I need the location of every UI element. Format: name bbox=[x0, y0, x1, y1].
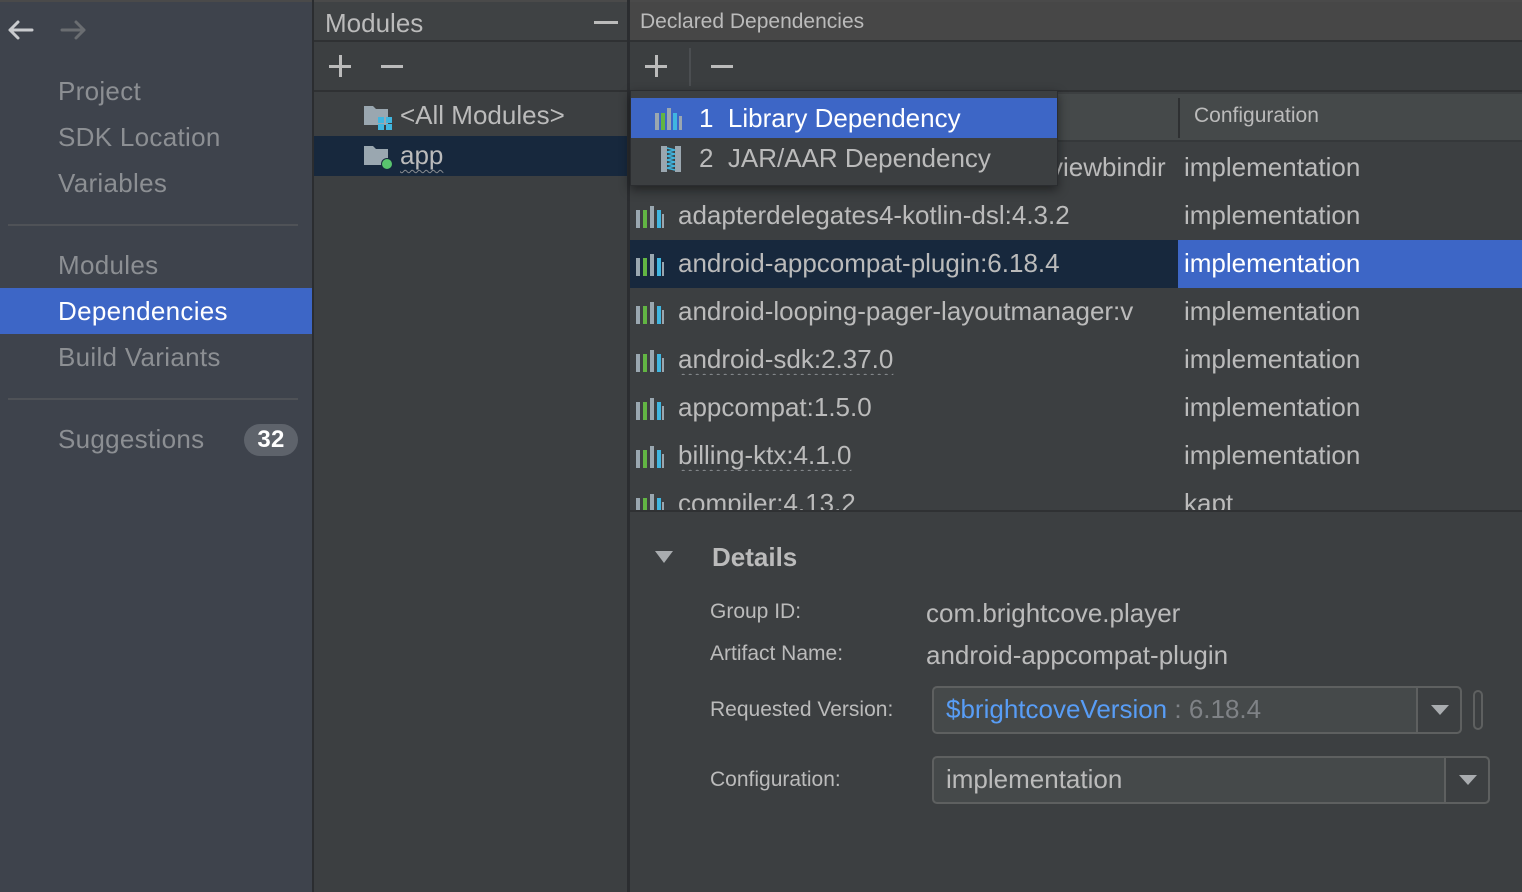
module-folder-icon bbox=[364, 146, 393, 170]
dependency-name: viewbindir bbox=[1050, 152, 1166, 182]
table-row[interactable]: compiler:4.13.2 kapt bbox=[630, 480, 1522, 510]
requested-version-dropdown-button[interactable] bbox=[1416, 688, 1460, 732]
arrow-left-icon bbox=[8, 20, 34, 40]
modules-panel: Modules <All Modules> app bbox=[314, 0, 628, 892]
tree-item-app[interactable]: app bbox=[314, 136, 628, 176]
suggestions-count-badge: 32 bbox=[244, 424, 298, 456]
menu-item-jar-aar-dependency[interactable]: 2 JAR/AAR Dependency bbox=[631, 138, 1057, 178]
dependencies-table: viewbindir implementation adapterdelegat… bbox=[630, 144, 1522, 510]
nav-item-suggestions[interactable]: Suggestions 32 bbox=[0, 416, 312, 462]
library-icon bbox=[636, 206, 664, 228]
dependencies-toolbar bbox=[630, 42, 1522, 92]
remove-module-button[interactable] bbox=[380, 54, 406, 80]
dependency-name: android-appcompat-plugin:6.18.4 bbox=[678, 248, 1060, 278]
nav-item-label: Suggestions bbox=[58, 424, 205, 454]
library-icon bbox=[636, 254, 664, 276]
collapse-triangle-icon[interactable] bbox=[654, 550, 674, 564]
dependency-configuration: implementation bbox=[1184, 344, 1361, 374]
dependency-configuration: implementation bbox=[1184, 440, 1361, 470]
dependencies-title: Declared Dependencies bbox=[640, 10, 865, 33]
table-row-selected[interactable]: android-appcompat-plugin:6.18.4 implemen… bbox=[630, 240, 1522, 288]
table-row[interactable]: adapterdelegates4-kotlin-dsl:4.3.2 imple… bbox=[630, 192, 1522, 240]
dropdown-arrow-icon bbox=[1431, 705, 1449, 715]
details-title: Details bbox=[712, 542, 798, 572]
dependency-name: android-looping-pager-layoutmanager:v bbox=[678, 296, 1134, 326]
tree-item-label: <All Modules> bbox=[400, 100, 565, 130]
library-icon bbox=[636, 398, 664, 420]
requested-version-input[interactable]: $brightcoveVersion : 6.18.4 bbox=[946, 694, 1261, 725]
dependency-name: compiler:4.13.2 bbox=[678, 488, 856, 510]
nav-item-dependencies[interactable]: Dependencies bbox=[0, 288, 312, 334]
add-dependency-popup-menu: 1 Library Dependency 2 JAR/AAR Dependenc… bbox=[630, 90, 1058, 186]
requested-version-label: Requested Version: bbox=[710, 698, 894, 721]
dependency-name: android-sdk:2.37.0 bbox=[678, 344, 1178, 375]
settings-nav: Project SDK Location Variables Modules D… bbox=[0, 0, 312, 892]
library-icon bbox=[636, 494, 664, 510]
group-id-value: com.brightcove.player bbox=[926, 598, 1181, 628]
dependency-configuration: kapt bbox=[1184, 488, 1234, 510]
tree-item-label: app bbox=[400, 140, 444, 170]
nav-divider bbox=[8, 398, 298, 400]
dependency-configuration: implementation bbox=[1184, 296, 1361, 326]
dependency-name: adapterdelegates4-kotlin-dsl:4.3.2 bbox=[678, 200, 1070, 230]
column-resize-handle[interactable] bbox=[1178, 98, 1180, 138]
version-options-button[interactable] bbox=[1473, 690, 1483, 730]
configuration-combobox[interactable]: implementation bbox=[932, 756, 1490, 804]
collapse-panel-button[interactable] bbox=[594, 21, 618, 24]
modules-header: Modules bbox=[314, 2, 628, 42]
version-value: 6.18.4 bbox=[1188, 694, 1262, 724]
dropdown-arrow-icon bbox=[1459, 775, 1477, 785]
dependencies-header: Declared Dependencies bbox=[630, 2, 1522, 42]
artifact-name-label: Artifact Name: bbox=[710, 642, 844, 665]
table-row[interactable]: billing-ktx:4.1.0 implementation bbox=[630, 432, 1522, 480]
modules-toolbar bbox=[314, 42, 628, 92]
dependency-configuration: implementation bbox=[1178, 240, 1522, 288]
add-module-button[interactable] bbox=[328, 54, 354, 80]
configuration-dropdown-button[interactable] bbox=[1444, 758, 1488, 802]
nav-item-modules[interactable]: Modules bbox=[0, 242, 312, 288]
toolbar-separator bbox=[689, 48, 691, 86]
table-row[interactable]: appcompat:1.5.0 implementation bbox=[630, 384, 1522, 432]
library-icon bbox=[636, 302, 664, 324]
menu-item-label: 1 Library Dependency bbox=[699, 103, 961, 133]
library-icon bbox=[636, 350, 664, 372]
dependency-name-text: billing-ktx:4.1.0 bbox=[678, 440, 852, 470]
dependency-name-text: android-sdk:2.37.0 bbox=[678, 344, 894, 374]
forward-button[interactable] bbox=[60, 16, 88, 44]
details-section: Details Group ID: com.brightcove.player … bbox=[630, 512, 1522, 892]
arrow-right-icon bbox=[60, 20, 86, 40]
nav-divider bbox=[8, 224, 298, 226]
add-dependency-button[interactable] bbox=[644, 54, 670, 80]
dependency-name: appcompat:1.5.0 bbox=[678, 392, 872, 422]
nav-item-sdk-location[interactable]: SDK Location bbox=[0, 114, 312, 160]
table-row[interactable]: android-looping-pager-layoutmanager:v im… bbox=[630, 288, 1522, 336]
library-icon bbox=[655, 108, 682, 130]
dependency-configuration: implementation bbox=[1184, 200, 1361, 230]
jar-archive-icon bbox=[661, 146, 681, 172]
dependency-configuration: implementation bbox=[1184, 152, 1361, 182]
nav-item-build-variants[interactable]: Build Variants bbox=[0, 334, 312, 380]
tree-item-all-modules[interactable]: <All Modules> bbox=[314, 96, 628, 136]
all-modules-folder-icon bbox=[364, 106, 392, 130]
nav-item-variables[interactable]: Variables bbox=[0, 160, 312, 206]
menu-item-label: 2 JAR/AAR Dependency bbox=[699, 143, 991, 173]
group-id-label: Group ID: bbox=[710, 600, 802, 623]
table-row[interactable]: android-sdk:2.37.0 implementation bbox=[630, 336, 1522, 384]
modules-title: Modules bbox=[325, 8, 424, 38]
nav-item-project[interactable]: Project bbox=[0, 68, 312, 114]
column-header-configuration[interactable]: Configuration bbox=[1194, 104, 1319, 128]
dependency-configuration: implementation bbox=[1184, 392, 1361, 422]
back-button[interactable] bbox=[6, 16, 34, 44]
configuration-label: Configuration: bbox=[710, 768, 841, 791]
artifact-name-value: android-appcompat-plugin bbox=[926, 640, 1229, 670]
configuration-value: implementation bbox=[946, 764, 1123, 794]
version-separator: : bbox=[1167, 694, 1189, 724]
requested-version-combobox[interactable]: $brightcoveVersion : 6.18.4 bbox=[932, 686, 1462, 734]
dependency-name: billing-ktx:4.1.0 bbox=[678, 440, 1178, 471]
remove-dependency-button[interactable] bbox=[710, 54, 736, 80]
menu-item-library-dependency[interactable]: 1 Library Dependency bbox=[631, 98, 1057, 138]
library-icon bbox=[636, 446, 664, 468]
version-variable: $brightcoveVersion bbox=[946, 694, 1168, 724]
